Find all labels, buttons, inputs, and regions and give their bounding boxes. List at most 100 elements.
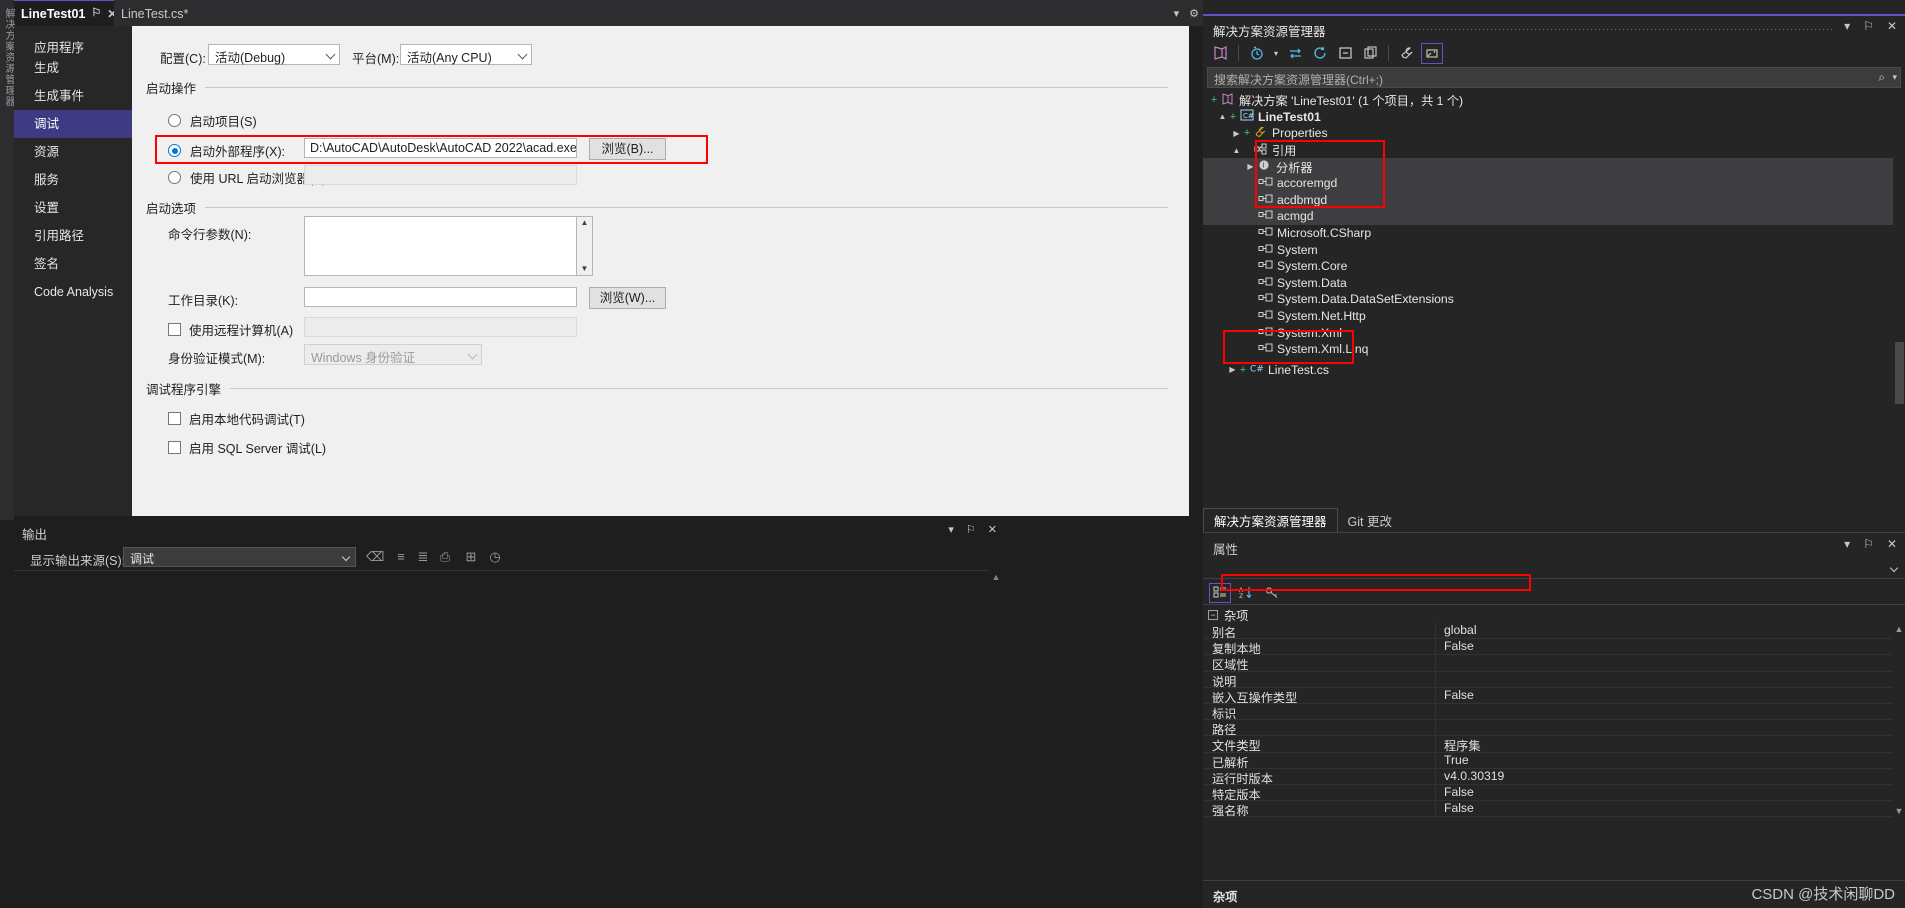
tree-item-properties[interactable]: ▶ + Properties — [1203, 125, 1893, 142]
scroll-up-arrow-icon[interactable]: ▲ — [581, 217, 589, 229]
tree-item-system-core[interactable]: System.Core — [1203, 258, 1893, 275]
tree-item-analyzers[interactable]: ▶ i 分析器 — [1203, 158, 1893, 175]
scroll-up-arrow-icon[interactable]: ▲ — [989, 570, 1003, 584]
tree-item-system-data-datasetextensions[interactable]: System.Data.DataSetExtensions — [1203, 291, 1893, 308]
expand-plus-icon[interactable]: + — [1238, 364, 1248, 376]
category-item-settings[interactable]: 设置 — [14, 194, 132, 222]
remote-machine-input[interactable] — [304, 317, 577, 337]
properties-object-combobox[interactable] — [1203, 559, 1905, 579]
category-item-services[interactable]: 服务 — [14, 166, 132, 194]
configuration-combobox[interactable]: 活动(Debug) — [208, 44, 340, 65]
sync-with-active-icon[interactable] — [1284, 43, 1306, 64]
pin-icon[interactable]: ⚐ — [1863, 537, 1874, 551]
show-output-icon[interactable]: ⎙ — [436, 548, 454, 566]
table-row[interactable]: 特定版本 False — [1203, 784, 1893, 802]
twisty-collapsed-icon[interactable]: ▶ — [1245, 162, 1256, 171]
enable-sql-debugging-checkbox[interactable]: 启用 SQL Server 调试(L) — [168, 438, 326, 457]
toggle-word-wrap-icon[interactable]: ≡ — [392, 548, 410, 566]
property-value[interactable] — [1435, 671, 1893, 687]
scroll-down-arrow-icon[interactable]: ▼ — [1893, 805, 1905, 818]
property-value[interactable]: False — [1435, 784, 1893, 801]
url-input[interactable] — [304, 165, 577, 185]
scroll-down-arrow-icon[interactable]: ▼ — [581, 263, 589, 275]
tree-item-system[interactable]: System — [1203, 241, 1893, 258]
solution-explorer-tree-scrollbar[interactable] — [1893, 92, 1905, 442]
tree-item-system-data[interactable]: System.Data — [1203, 275, 1893, 292]
auth-mode-combobox[interactable]: Windows 身份验证 — [304, 344, 482, 365]
property-value[interactable]: global — [1435, 623, 1893, 639]
tab-linetest01[interactable]: LineTest01 ⚐ ✕ — [14, 0, 117, 26]
property-pages-key-icon[interactable] — [1261, 583, 1283, 603]
property-value[interactable] — [1435, 703, 1893, 720]
tree-item-acmgd[interactable]: acmgd — [1203, 208, 1893, 225]
property-value[interactable]: v4.0.30319 — [1435, 768, 1893, 784]
property-value[interactable]: False — [1435, 801, 1893, 817]
alphabetical-sort-icon[interactable]: AZ — [1235, 583, 1257, 603]
chevron-down-icon[interactable]: ▾ — [1892, 72, 1897, 83]
tree-item-system-net-http[interactable]: System.Net.Http — [1203, 308, 1893, 325]
table-row[interactable]: 强名称 False — [1203, 801, 1893, 818]
clock-icon[interactable]: ◷ — [486, 548, 504, 566]
preview-selected-icon[interactable] — [1421, 42, 1443, 64]
chevron-down-icon[interactable]: ▾ — [1844, 537, 1850, 551]
external-program-path-input[interactable]: D:\AutoCAD\AutoDesk\AutoCAD 2022\acad.ex… — [304, 138, 577, 158]
tree-item-system-xml[interactable]: System.Xml — [1203, 324, 1893, 341]
table-row[interactable]: 路径 — [1203, 720, 1893, 737]
property-value[interactable] — [1435, 655, 1893, 671]
tab-solution-explorer[interactable]: 解决方案资源管理器 — [1203, 508, 1338, 532]
output-scrollbar[interactable]: ▲ — [989, 570, 1003, 908]
use-remote-machine-checkbox[interactable]: 使用远程计算机(A) — [168, 320, 293, 339]
tree-item-system-xml-linq[interactable]: System.Xml.Linq — [1203, 341, 1893, 358]
category-item-resources[interactable]: 资源 — [14, 138, 132, 166]
browse-w-button[interactable]: 浏览(W)... — [589, 287, 666, 309]
collapse-all-icon[interactable] — [1334, 43, 1356, 64]
tree-item-microsoft-csharp[interactable]: Microsoft.CSharp — [1203, 225, 1893, 242]
tree-item-project-linetest01[interactable]: ▲ + C# LineTest01 — [1203, 109, 1893, 126]
twisty-collapsed-icon[interactable]: ▶ — [1227, 365, 1238, 374]
close-icon[interactable]: ✕ — [1887, 537, 1897, 551]
property-value[interactable]: False — [1435, 639, 1893, 655]
twisty-expanded-icon[interactable]: ▲ — [1217, 112, 1228, 121]
show-all-files-icon[interactable] — [1359, 43, 1381, 64]
close-icon[interactable]: ✕ — [1887, 19, 1897, 33]
table-row[interactable]: 已解析 True — [1203, 752, 1893, 769]
tree-item-accoremgd[interactable]: accoremgd — [1203, 174, 1893, 192]
command-line-args-input[interactable] — [304, 216, 577, 276]
category-item-signing[interactable]: 签名 — [14, 250, 132, 278]
clear-all-icon[interactable]: ⌫ — [366, 548, 384, 566]
pin-icon[interactable]: ⚐ — [91, 8, 101, 19]
table-row[interactable]: 别名 global — [1203, 623, 1893, 640]
properties-scrollbar[interactable]: ▲ ▼ — [1893, 623, 1905, 818]
category-item-reference-paths[interactable]: 引用路径 — [14, 222, 132, 250]
expand-plus-icon[interactable]: + — [1228, 111, 1238, 123]
working-directory-input[interactable] — [304, 287, 577, 307]
browse-b-button[interactable]: 浏览(B)... — [589, 138, 666, 160]
expand-plus-icon[interactable]: + — [1242, 127, 1252, 139]
property-value[interactable]: True — [1435, 752, 1893, 768]
twisty-expanded-icon[interactable]: ▲ — [1231, 146, 1242, 155]
categorized-icon[interactable] — [1209, 582, 1231, 603]
command-line-args-scrollbar[interactable]: ▲ ▼ — [577, 216, 593, 276]
find-icon[interactable]: ⊞ — [462, 548, 480, 566]
table-row[interactable]: 标识 — [1203, 703, 1893, 721]
scrollbar-thumb[interactable] — [1895, 342, 1904, 404]
close-icon[interactable]: ✕ — [988, 523, 997, 536]
properties-wrench-icon[interactable] — [1396, 43, 1418, 64]
scroll-up-arrow-icon[interactable]: ▲ — [1893, 623, 1905, 636]
table-row[interactable]: 区域性 — [1203, 655, 1893, 672]
tab-linetest-cs[interactable]: LineTest.cs* — [114, 0, 208, 26]
property-value[interactable] — [1435, 720, 1893, 736]
property-value[interactable]: False — [1435, 687, 1893, 703]
pin-icon[interactable]: ⚐ — [966, 523, 976, 536]
solution-explorer-search-input[interactable]: 搜索解决方案资源管理器(Ctrl+;) — [1207, 67, 1901, 88]
table-row[interactable]: 说明 — [1203, 671, 1893, 688]
table-row[interactable]: 嵌入互操作类型 False — [1203, 687, 1893, 704]
table-row[interactable]: 复制本地 False — [1203, 639, 1893, 656]
editor-vertical-scrollbar[interactable] — [1193, 26, 1203, 516]
pending-changes-icon[interactable] — [1246, 43, 1268, 64]
category-item-debug[interactable]: 调试 — [14, 110, 141, 138]
tree-item-references[interactable]: ▲ 引用 — [1203, 142, 1893, 159]
output-body[interactable] — [14, 570, 1003, 908]
toggle-message-icon[interactable]: ≣ — [414, 548, 432, 566]
category-item-build-events[interactable]: 生成事件 — [14, 82, 132, 110]
